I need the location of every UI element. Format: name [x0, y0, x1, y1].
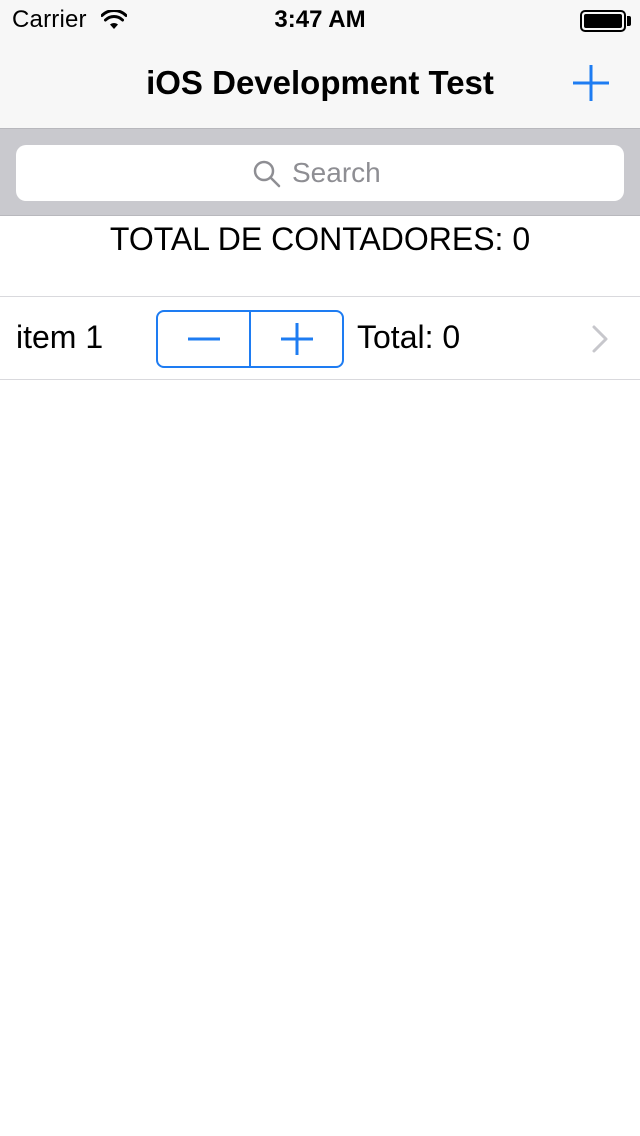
item-total-label: Total: 0	[357, 319, 461, 355]
battery-tip	[627, 16, 631, 26]
counters-total-header: TOTAL DE CONTADORES: 0	[0, 216, 640, 296]
item-label: item 1	[16, 319, 104, 355]
plus-icon	[280, 323, 313, 355]
page-title: iOS Development Test	[146, 64, 494, 101]
increment-button[interactable]	[251, 312, 342, 366]
counter-stepper	[156, 310, 344, 368]
add-button[interactable]	[566, 58, 616, 108]
counters-total-label: TOTAL DE CONTADORES: 0	[109, 221, 531, 257]
search-bar	[0, 128, 640, 216]
status-time: 3:47 AM	[274, 6, 366, 33]
minus-icon	[187, 337, 220, 341]
search-field[interactable]	[16, 145, 624, 201]
search-input[interactable]	[292, 155, 592, 191]
battery-level	[584, 14, 622, 28]
decrement-button[interactable]	[158, 312, 249, 366]
navigation-bar: iOS Development Test	[0, 40, 640, 128]
search-icon	[253, 160, 281, 188]
chevron-right-icon	[592, 325, 608, 353]
plus-icon	[573, 65, 609, 101]
battery-icon	[580, 10, 626, 32]
table-row[interactable]: item 1 Total: 0	[0, 296, 640, 380]
status-bar: Carrier 3:47 AM	[0, 0, 640, 40]
